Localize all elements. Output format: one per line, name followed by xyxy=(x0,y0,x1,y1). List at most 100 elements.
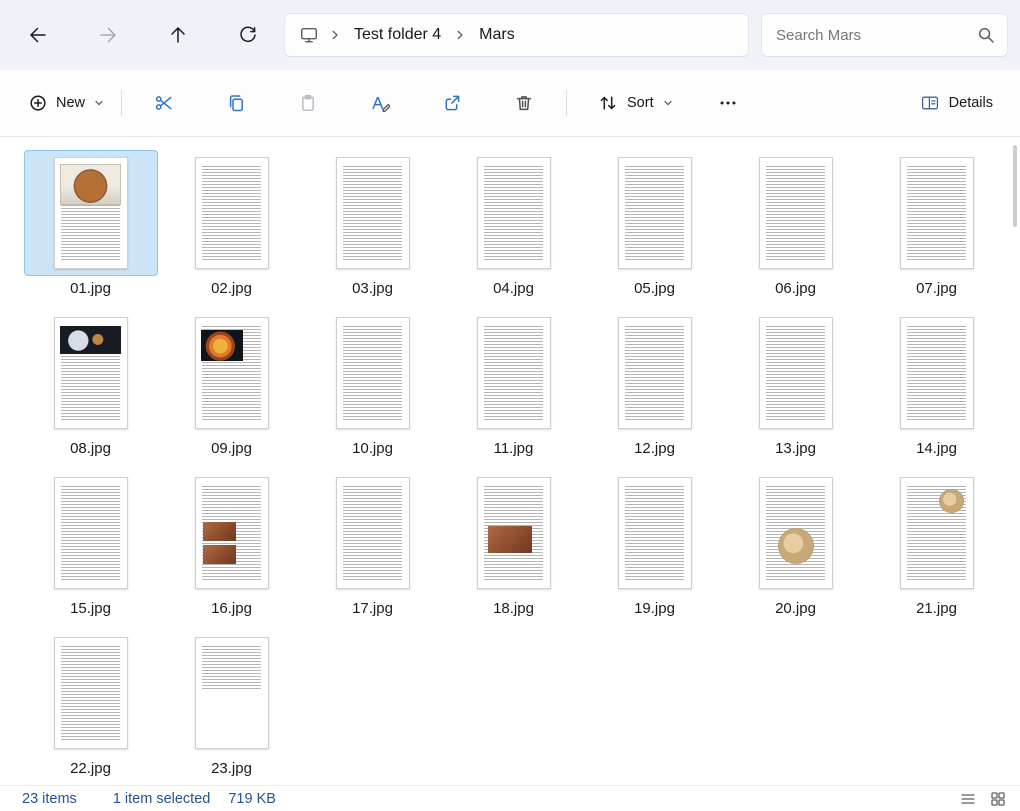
toolbar-divider xyxy=(566,90,568,116)
document-page-preview xyxy=(476,157,551,269)
search-icon[interactable] xyxy=(977,26,995,44)
up-button[interactable] xyxy=(158,15,198,55)
delete-button[interactable] xyxy=(502,84,546,122)
document-page-preview xyxy=(899,477,974,589)
file-name-label: 22.jpg xyxy=(70,760,111,777)
file-tile[interactable]: 08.jpg xyxy=(20,305,161,465)
file-name-label: 12.jpg xyxy=(634,440,675,457)
file-tile[interactable]: 18.jpg xyxy=(443,465,584,625)
this-pc-icon[interactable] xyxy=(295,25,325,45)
file-thumbnail xyxy=(24,470,158,596)
paste-button[interactable] xyxy=(286,84,330,122)
file-thumbnail xyxy=(24,310,158,436)
file-tile[interactable]: 20.jpg xyxy=(725,465,866,625)
chevron-down-icon xyxy=(663,100,672,106)
status-bar: 23 items 1 item selected 719 KB xyxy=(0,785,1020,811)
page-text-lines xyxy=(201,165,262,262)
page-text-lines xyxy=(342,485,403,582)
file-name-label: 20.jpg xyxy=(775,600,816,617)
back-button[interactable] xyxy=(18,15,58,55)
breadcrumb-item-mars[interactable]: Mars xyxy=(470,21,524,49)
document-page-preview xyxy=(194,637,269,749)
file-tile[interactable]: 01.jpg xyxy=(20,145,161,305)
file-tile[interactable]: 06.jpg xyxy=(725,145,866,305)
file-name-label: 10.jpg xyxy=(352,440,393,457)
file-name-label: 14.jpg xyxy=(916,440,957,457)
more-ellipsis-icon xyxy=(720,101,736,105)
new-button[interactable]: New xyxy=(18,85,115,121)
file-tile[interactable]: 02.jpg xyxy=(161,145,302,305)
icons-view-button[interactable] xyxy=(986,788,1010,810)
navigation-bar: Test folder 4 Mars xyxy=(0,0,1020,70)
file-tile[interactable]: 04.jpg xyxy=(443,145,584,305)
file-thumbnail xyxy=(306,150,440,276)
file-tile[interactable]: 05.jpg xyxy=(584,145,725,305)
share-button[interactable] xyxy=(430,84,474,122)
file-tile[interactable]: 15.jpg xyxy=(20,465,161,625)
file-name-label: 02.jpg xyxy=(211,280,252,297)
refresh-button[interactable] xyxy=(228,15,268,55)
file-name-label: 23.jpg xyxy=(211,760,252,777)
breadcrumb-item-test-folder-4[interactable]: Test folder 4 xyxy=(345,21,450,49)
file-tile[interactable]: 09.jpg xyxy=(161,305,302,465)
document-page-preview xyxy=(476,317,551,429)
sort-button[interactable]: Sort xyxy=(587,84,684,122)
selection-summary: 1 item selected xyxy=(112,790,211,807)
file-thumbnail xyxy=(870,470,1004,596)
page-text-lines xyxy=(765,165,826,262)
file-tile[interactable]: 13.jpg xyxy=(725,305,866,465)
sort-arrows-icon xyxy=(600,96,616,110)
thumbnail-photo-space xyxy=(60,325,121,355)
file-tile[interactable]: 12.jpg xyxy=(584,305,725,465)
file-thumbnail xyxy=(23,150,158,276)
copy-button[interactable] xyxy=(214,84,258,122)
details-pane-button[interactable]: Details xyxy=(909,84,1004,122)
page-text-lines xyxy=(624,165,685,262)
address-bar[interactable]: Test folder 4 Mars xyxy=(284,13,749,57)
toolbar-divider xyxy=(121,90,123,116)
document-page-preview xyxy=(194,157,269,269)
view-switcher xyxy=(956,788,1010,810)
file-tile[interactable]: 11.jpg xyxy=(443,305,584,465)
search-input[interactable] xyxy=(774,25,977,45)
file-name-label: 03.jpg xyxy=(352,280,393,297)
file-name-label: 09.jpg xyxy=(211,440,252,457)
back-arrow-icon xyxy=(30,27,46,43)
file-tile[interactable]: 03.jpg xyxy=(302,145,443,305)
document-page-preview xyxy=(617,317,692,429)
vertical-scrollbar-thumb[interactable] xyxy=(1013,145,1017,227)
file-tile[interactable]: 22.jpg xyxy=(20,625,161,785)
cut-scissors-icon xyxy=(155,96,172,110)
file-tile[interactable]: 07.jpg xyxy=(866,145,1007,305)
file-name-label: 01.jpg xyxy=(70,280,111,297)
file-tile[interactable]: 21.jpg xyxy=(866,465,1007,625)
file-thumbnail xyxy=(165,310,299,436)
share-icon xyxy=(445,95,460,111)
rename-button[interactable] xyxy=(358,84,402,122)
file-thumbnail xyxy=(729,470,863,596)
file-name-label: 21.jpg xyxy=(916,600,957,617)
file-tile[interactable]: 17.jpg xyxy=(302,465,443,625)
document-page-preview xyxy=(194,477,269,589)
details-button-label: Details xyxy=(948,95,993,111)
file-thumbnail xyxy=(729,310,863,436)
document-page-preview xyxy=(899,157,974,269)
file-thumbnail xyxy=(729,150,863,276)
file-tile[interactable]: 10.jpg xyxy=(302,305,443,465)
details-view-button[interactable] xyxy=(956,788,980,810)
forward-button[interactable] xyxy=(88,15,128,55)
breadcrumb-chevron-icon[interactable] xyxy=(452,29,468,41)
file-tile[interactable]: 23.jpg xyxy=(161,625,302,785)
page-text-lines xyxy=(60,645,121,742)
file-tile[interactable]: 19.jpg xyxy=(584,465,725,625)
more-options-button[interactable] xyxy=(706,84,750,122)
file-tile[interactable]: 16.jpg xyxy=(161,465,302,625)
details-pane-icon xyxy=(921,96,938,110)
search-box[interactable] xyxy=(761,13,1008,57)
file-tile[interactable]: 14.jpg xyxy=(866,305,1007,465)
cut-button[interactable] xyxy=(142,84,186,122)
rename-icon xyxy=(372,97,391,112)
forward-arrow-icon xyxy=(100,27,116,43)
thumbnail-photo-interior xyxy=(201,330,243,361)
breadcrumb-chevron-icon[interactable] xyxy=(327,29,343,41)
